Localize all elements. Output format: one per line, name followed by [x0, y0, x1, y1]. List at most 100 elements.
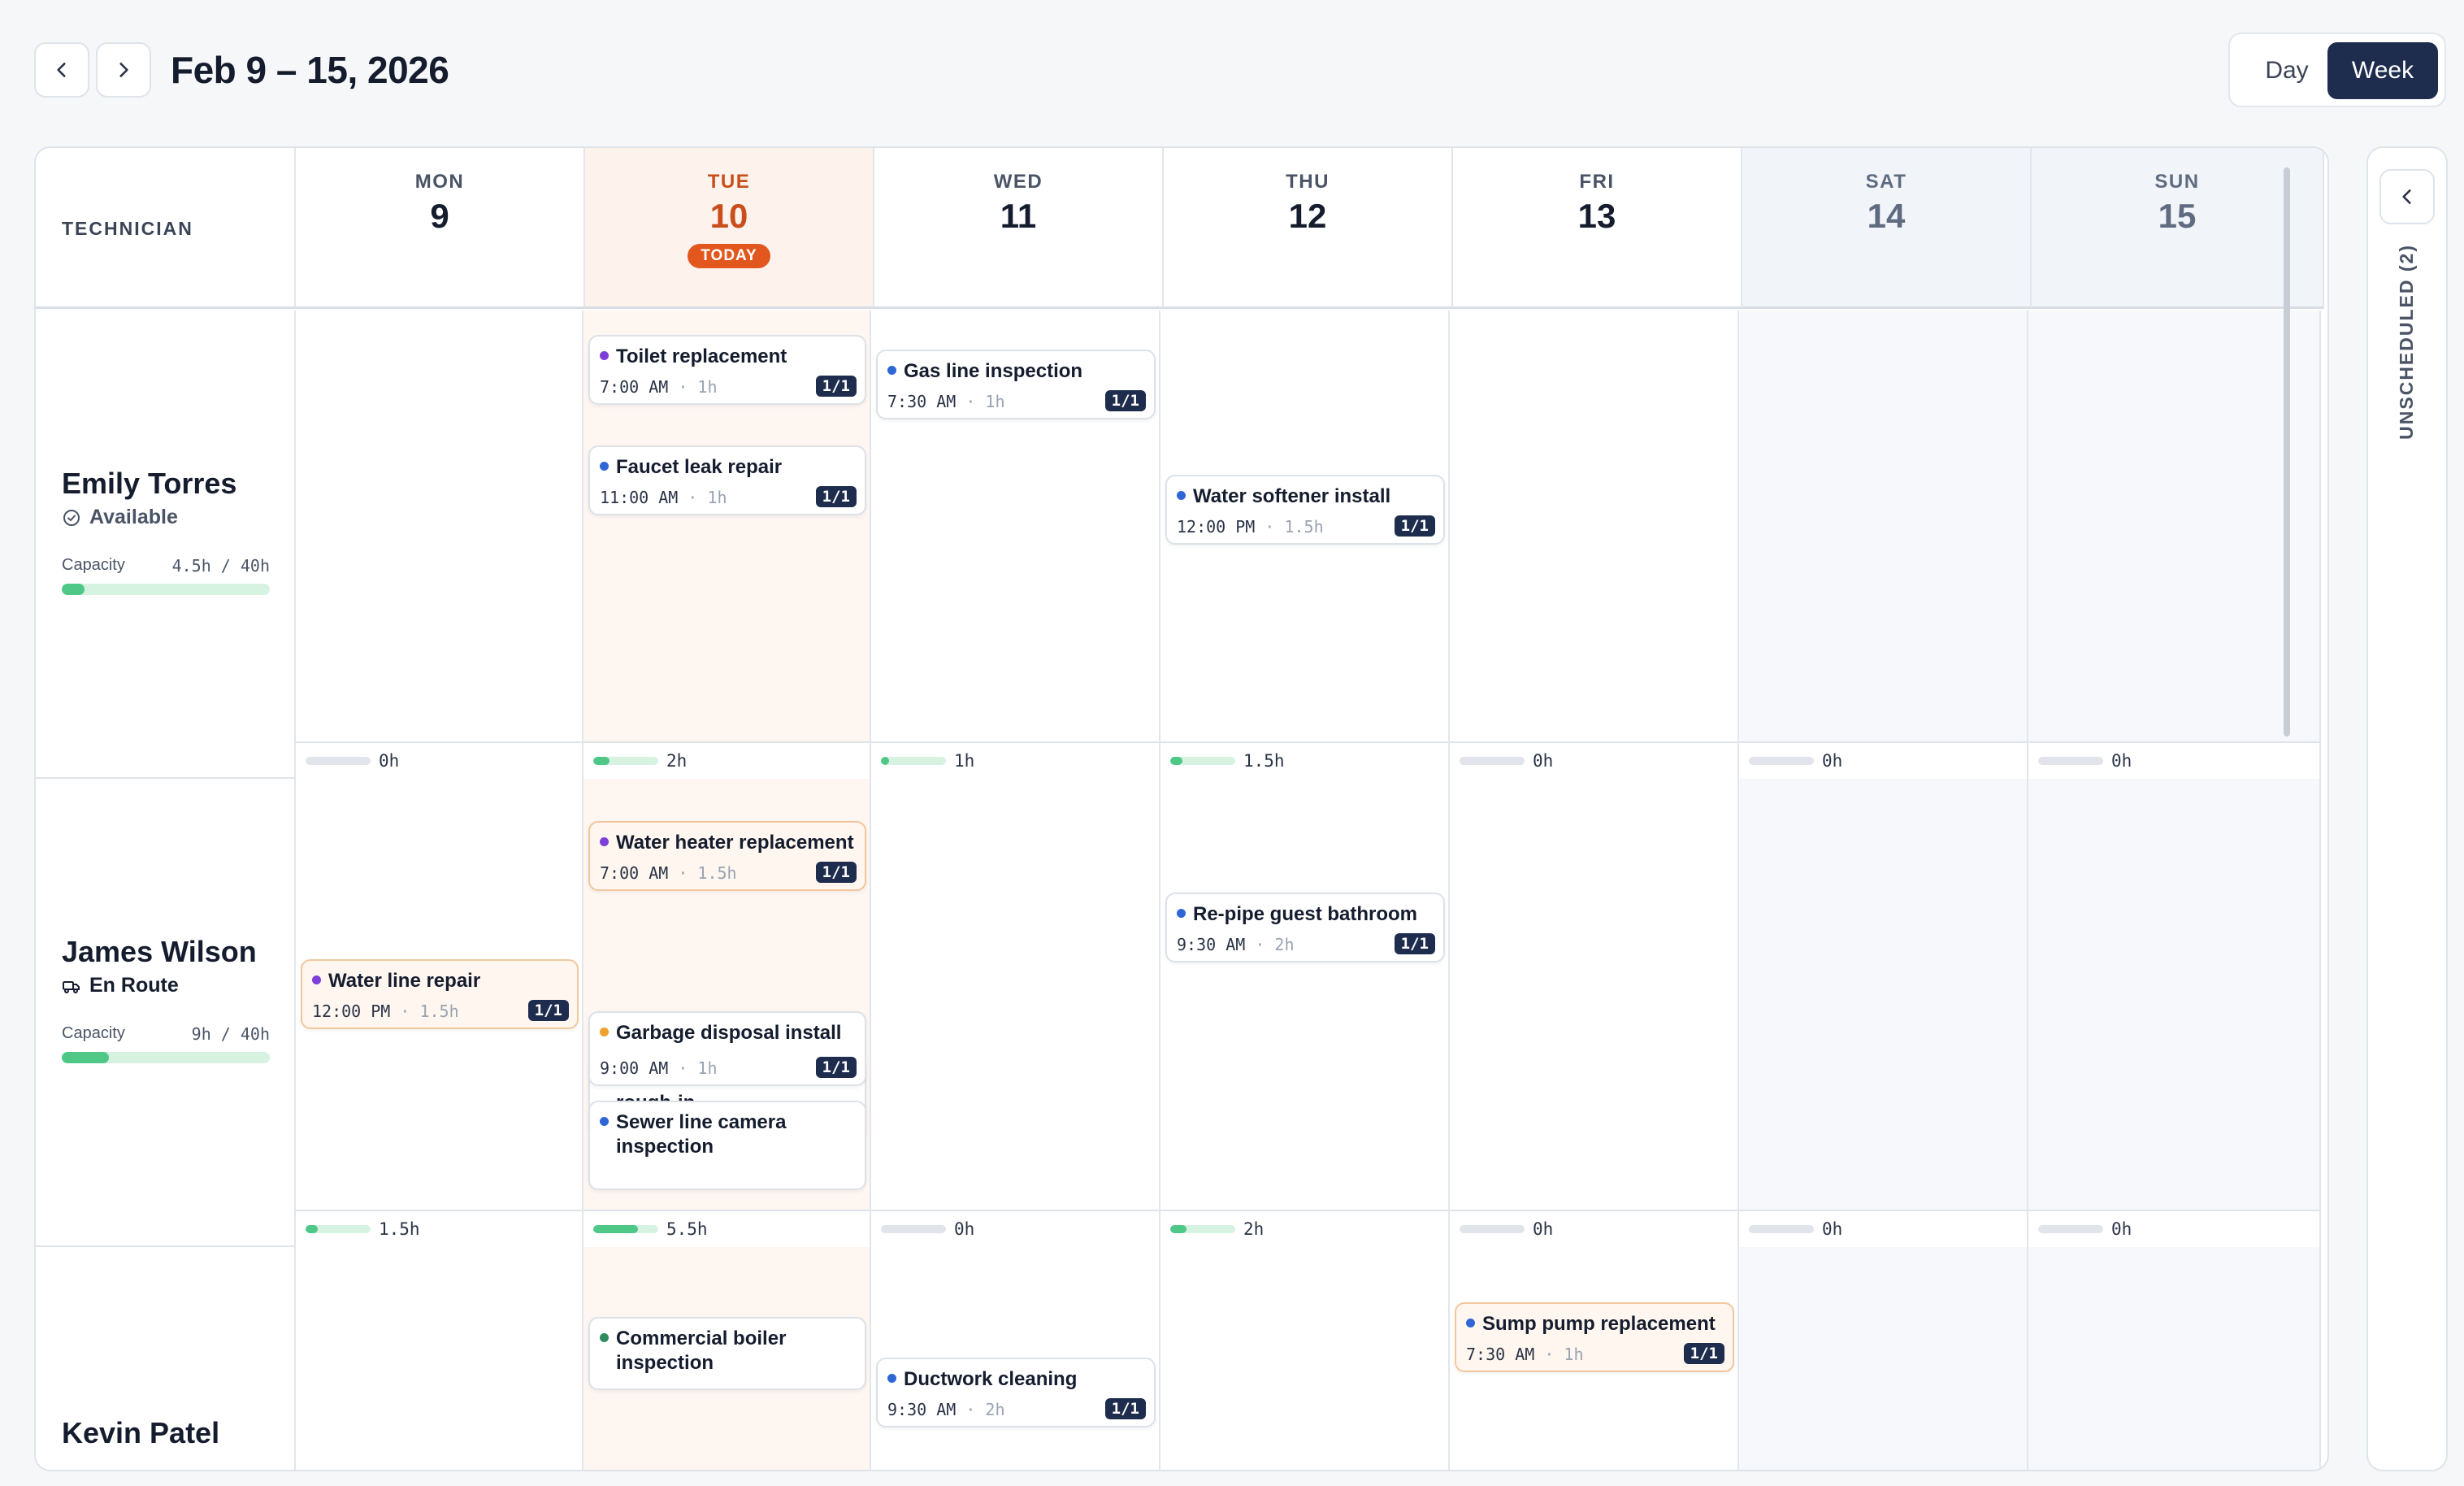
job-duration: 2h	[985, 1400, 1005, 1419]
day-total-bar	[306, 1225, 371, 1233]
day-header-thu[interactable]: THU 12	[1164, 148, 1453, 309]
job-time: 11:00 AM · 1h	[600, 488, 727, 507]
schedule-cell[interactable]	[2028, 311, 2321, 741]
capacity-label: Capacity	[62, 1024, 125, 1042]
view-week-button[interactable]: Week	[2327, 42, 2438, 99]
technician-row-0	[36, 311, 296, 779]
job-title: Faucet leak repair	[616, 456, 783, 478]
job-duration: 2h	[1274, 935, 1295, 954]
job-card[interactable]: Water line repair 12:00 PM · 1.5h 1/1	[301, 959, 579, 1029]
job-duration: 1.5h	[1284, 517, 1324, 537]
job-card[interactable]: Commercial boiler inspection	[588, 1317, 866, 1390]
job-duration: 1h	[985, 392, 1005, 411]
schedule-cell[interactable]	[1450, 779, 1739, 1210]
day-total-bar	[306, 757, 371, 765]
date-range-title: Feb 9 – 15, 2026	[171, 49, 449, 91]
technician-name[interactable]: James Wilson	[62, 935, 257, 969]
day-total-bar	[593, 1225, 658, 1233]
schedule-cell[interactable]	[1160, 1247, 1450, 1470]
day-date: 13	[1577, 197, 1616, 235]
grid-scrollbar[interactable]	[2284, 167, 2290, 736]
expand-unscheduled-button[interactable]	[2379, 169, 2435, 224]
capacity-row: Capacity 9h / 40h	[62, 1024, 270, 1044]
job-status-dot	[1466, 1319, 1475, 1327]
day-name: MON	[414, 171, 465, 193]
schedule-cell[interactable]	[1450, 311, 1739, 741]
schedule-cell[interactable]	[296, 311, 583, 741]
capacity-fill	[62, 1052, 109, 1063]
job-card[interactable]: Sewer line camera inspection	[588, 1101, 866, 1190]
day-header-wed[interactable]: WED 11	[874, 148, 1164, 309]
separator: ·	[956, 392, 986, 411]
job-title: Gas line inspection	[904, 360, 1083, 382]
schedule-cell[interactable]	[2028, 779, 2321, 1210]
job-start-time: 7:30 AM	[887, 392, 957, 411]
schedule-cell[interactable]	[871, 779, 1160, 1210]
day-total-fill	[881, 757, 889, 765]
schedule-cell[interactable]	[2028, 1247, 2321, 1470]
job-status-dot	[600, 1333, 609, 1342]
day-name: FRI	[1579, 171, 1615, 193]
job-start-time: 7:30 AM	[1466, 1345, 1535, 1364]
day-total: 2h	[1160, 1210, 1450, 1249]
job-card[interactable]: Re-pipe guest bathroom 9:30 AM · 2h 1/1	[1165, 893, 1445, 962]
schedule-cell[interactable]	[296, 1247, 583, 1470]
schedule-cell[interactable]	[1739, 311, 2028, 741]
schedule-cell[interactable]	[1739, 779, 2028, 1210]
technician-name[interactable]: Kevin Patel	[62, 1416, 219, 1450]
job-status-dot	[600, 1117, 609, 1126]
job-card[interactable]: Gas line inspection 7:30 AM · 1h 1/1	[876, 350, 1156, 419]
day-name: THU	[1286, 171, 1330, 193]
prev-week-button[interactable]	[34, 42, 89, 98]
day-date: 10	[709, 197, 748, 235]
day-total-fill	[593, 757, 609, 765]
job-start-time: 12:00 PM	[312, 1002, 391, 1021]
schedule-cell[interactable]	[1739, 1247, 2028, 1470]
next-week-button[interactable]	[96, 42, 151, 98]
day-total: 0h	[1739, 741, 2028, 780]
job-card[interactable]: Water softener install 12:00 PM · 1.5h 1/1	[1165, 475, 1445, 545]
job-card[interactable]: Faucet leak repair 11:00 AM · 1h 1/1	[588, 445, 866, 515]
separator: ·	[390, 1002, 420, 1021]
day-total-label: 0h	[2111, 751, 2132, 771]
day-total-bar	[2038, 1225, 2103, 1233]
day-total-label: 0h	[1533, 751, 1554, 771]
day-header-sat[interactable]: SAT 14	[1742, 148, 2032, 309]
job-time: 7:00 AM · 1.5h	[600, 863, 737, 883]
status-label: Available	[89, 506, 178, 528]
schedule-cell[interactable]	[1160, 779, 1450, 1210]
job-status-dot	[600, 1028, 609, 1036]
day-total-bar	[881, 757, 946, 765]
job-time: 9:00 AM · 1h	[600, 1058, 718, 1078]
job-start-time: 9:30 AM	[887, 1400, 957, 1419]
day-total-bar	[1170, 757, 1235, 765]
day-total: 1.5h	[296, 1210, 583, 1249]
day-total-label: 1.5h	[1243, 751, 1285, 771]
schedule-grid: TECHNICIAN MON 9 TUE 10 TODAY WED 11 THU 12 FRI 13…	[34, 146, 2329, 1471]
capacity-bar	[62, 1052, 270, 1063]
day-header-sun[interactable]: SUN 15	[2032, 148, 2324, 309]
job-time: 9:30 AM · 2h	[1177, 935, 1295, 954]
view-day-button[interactable]: Day	[2240, 42, 2334, 99]
day-total-fill	[306, 1225, 319, 1233]
technician-name[interactable]: Emily Torres	[62, 467, 236, 501]
day-header-tue[interactable]: TUE 10 TODAY	[585, 148, 874, 309]
day-total-bar	[2038, 757, 2103, 765]
job-card[interactable]: Sump pump replacement 7:30 AM · 1h 1/1	[1455, 1302, 1734, 1372]
job-start-time: 7:00 AM	[600, 377, 669, 397]
day-header-mon[interactable]: MON 9	[296, 148, 585, 309]
job-card[interactable]: Ductwork cleaning 9:30 AM · 2h 1/1	[876, 1358, 1156, 1427]
job-card[interactable]: Water heater replacement 7:00 AM · 1.5h 1/…	[588, 821, 866, 891]
view-toggle: Day Week	[2228, 33, 2446, 107]
day-total-label: 0h	[954, 1219, 975, 1239]
day-total-bar	[881, 1225, 946, 1233]
day-total-label: 0h	[1533, 1219, 1554, 1239]
day-total-label: 0h	[379, 751, 400, 771]
day-total: 0h	[1450, 1210, 1739, 1249]
job-duration: 1h	[707, 488, 727, 507]
job-status-dot	[887, 366, 896, 375]
job-card[interactable]: Garbage disposal install 9:00 AM · 1h 1/1	[588, 1011, 866, 1086]
job-card[interactable]: Toilet replacement 7:00 AM · 1h 1/1	[588, 335, 866, 405]
separator: ·	[1245, 935, 1275, 954]
day-header-fri[interactable]: FRI 13	[1453, 148, 1742, 309]
